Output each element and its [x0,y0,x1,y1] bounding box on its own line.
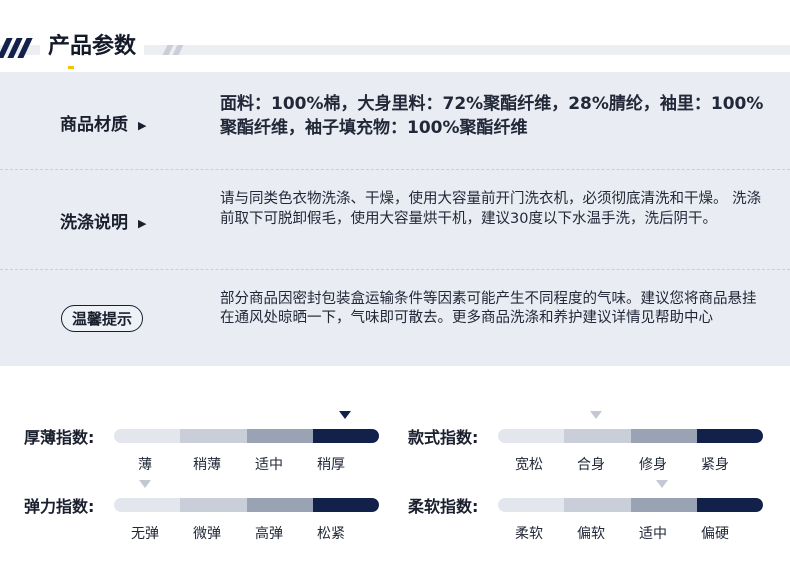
track-segment [498,429,565,443]
index-label-fit: 款式指数: [408,428,479,447]
track-segment [630,498,697,512]
accent-dot [68,66,74,69]
triangle-down-icon [339,411,351,419]
index-option: 适中 [255,457,283,473]
index-option: 适中 [639,526,667,542]
param-text-washing: 请与同类色衣物洗涤、干燥，使用大容量前开门洗衣机，必须彻底清洗和干燥。 洗涤前取… [220,191,762,227]
triangle-right-icon: ▶ [138,118,147,132]
index-option: 修身 [639,457,667,473]
track-segment [564,429,631,443]
index-option: 松紧 [317,526,345,542]
index-label-thickness: 厚薄指数: [24,428,95,447]
param-label-text: 商品材质 [60,115,128,135]
triangle-down-icon [656,480,668,488]
index-option: 宽松 [515,457,543,473]
index-option: 紧身 [701,457,729,473]
index-track-softness [498,498,763,512]
index-track-thickness [114,429,379,443]
param-label-washing: 洗涤说明 ▶ [60,208,146,233]
track-segment [180,498,247,512]
track-segment [312,429,379,443]
index-option: 无弹 [131,526,159,542]
row-divider [0,269,790,270]
track-segment [114,429,181,443]
param-label-text: 洗涤说明 [60,213,128,233]
track-segment [498,498,565,512]
page-title: 产品参数 [40,30,145,64]
track-segment [114,498,181,512]
param-text-tip: 部分商品因密封包装盒运输条件等因素可能产生不同程度的气味。建议您将商品悬挂在通风… [220,291,757,326]
triangle-down-icon [590,411,602,419]
track-segment [696,498,763,512]
track-segment [180,429,247,443]
index-option: 高弹 [255,526,283,542]
tip-badge: 温馨提示 [61,305,144,332]
section-header: 产品参数 [0,30,790,70]
index-option: 稍厚 [317,457,345,473]
track-segment [246,429,313,443]
index-option: 稍薄 [193,457,221,473]
row-divider [0,169,790,170]
track-segment [564,498,631,512]
index-option: 薄 [138,457,152,473]
index-option: 柔软 [515,526,543,542]
index-option: 合身 [577,457,605,473]
index-track-fit [498,429,763,443]
triangle-down-icon [139,480,151,488]
index-option: 微弹 [193,526,221,542]
track-segment [696,429,763,443]
index-label-elasticity: 弹力指数: [24,497,95,516]
track-segment [630,429,697,443]
param-text-material: 面料：100%棉，大身里料：72%聚酯纤维，28%腈纶，袖里：100%聚酯纤维，… [220,94,764,138]
index-option: 偏硬 [701,526,729,542]
params-panel: 商品材质 ▶ 面料：100%棉，大身里料：72%聚酯纤维，28%腈纶，袖里：100… [0,72,790,366]
index-track-elasticity [114,498,379,512]
track-segment [312,498,379,512]
index-label-softness: 柔软指数: [408,497,479,516]
triangle-right-icon: ▶ [138,216,147,230]
index-option: 偏软 [577,526,605,542]
param-label-material: 商品材质 ▶ [60,110,146,135]
track-segment [246,498,313,512]
